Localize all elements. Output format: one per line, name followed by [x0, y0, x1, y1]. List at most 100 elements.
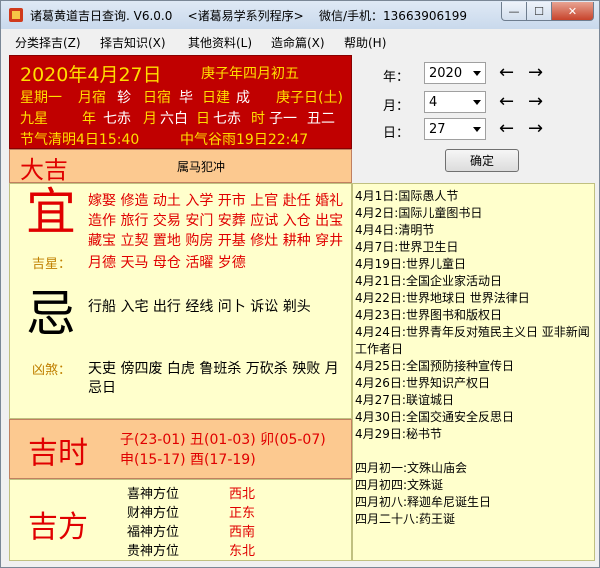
list-item: 四月初八:释迦牟尼诞生日 [355, 495, 492, 509]
year-value: 2020 [429, 66, 463, 81]
hour-star-label: 时 [251, 111, 265, 127]
list-item: 4月27日:联谊城日 [355, 393, 454, 407]
menu-fate-making[interactable]: 造命篇(X) [271, 34, 325, 51]
year-label: 年： [383, 70, 410, 85]
list-item: 四月初四:文殊诞 [355, 478, 444, 492]
day-officer: 成 [236, 90, 250, 106]
direction-value-noble: 东北 [229, 544, 256, 559]
list-item: 四月初一:文殊山庙会 [355, 461, 468, 475]
list-item: 4月2日:国际儿童图书日 [355, 206, 483, 220]
lunar-date: 庚子年四月初五 [201, 66, 299, 82]
hour-star-1: 子一 [269, 111, 297, 127]
avoid-items: 行船 入宅 出行 经线 问卜 诉讼 剃头 [88, 299, 311, 315]
month-next-button[interactable]: → [528, 91, 543, 112]
day-value: 27 [429, 122, 446, 137]
month-star-label: 月 [143, 111, 157, 127]
confirm-button[interactable]: 确定 [445, 149, 519, 172]
fortune-title: 大吉 [20, 156, 68, 184]
direction-label-noble: 贵神方位 [127, 544, 180, 559]
suitable-line-1: 嫁娶 修造 动土 入学 开市 上官 赴任 婚礼 [88, 193, 344, 209]
day-next-button[interactable]: → [528, 118, 543, 139]
day-mansion-label: 日宿 [143, 90, 171, 106]
lucky-hours-panel: 吉时 子(23-01) 丑(01-03) 卯(05-07) 申(15-17) 酉… [9, 419, 352, 479]
suitable-line-3: 藏宝 立契 置地 购房 开基 修灶 耕种 穿井 [88, 233, 344, 249]
month-mansion: 轸 [117, 90, 131, 106]
direction-label-wealth: 财神方位 [127, 506, 180, 521]
hour-star-2: 丑二 [307, 111, 335, 127]
good-stars: 月德 天马 母仓 活曜 岁德 [88, 255, 246, 271]
menu-knowledge[interactable]: 择吉知识(X) [100, 34, 166, 51]
conflict-text: 属马犯冲 [177, 160, 226, 174]
maximize-button[interactable]: ☐ [526, 2, 552, 21]
suitable-line-2: 造作 旅行 交易 安门 安葬 应试 入仓 出宝 [88, 213, 344, 229]
day-mansion: 毕 [179, 90, 193, 106]
bad-stars-line-2: 忌日 [88, 380, 116, 396]
direction-label-joy: 喜神方位 [127, 487, 180, 502]
menu-bar: 分类择吉(Z) 择吉知识(X) 其他资料(L) 造命篇(X) 帮助(H) [1, 30, 599, 52]
year-star-label: 年 [82, 111, 96, 127]
close-button[interactable]: ✕ [551, 2, 594, 21]
chevron-down-icon [473, 127, 481, 132]
lucky-directions-title: 吉方 [28, 510, 88, 545]
solar-term-1: 节气清明4日15:40 [20, 132, 140, 148]
list-item: 4月26日:世界知识产权日 [355, 376, 490, 390]
list-item: 四月二十八:药王诞 [355, 512, 456, 526]
bad-stars-label: 凶煞： [32, 363, 72, 378]
list-item: 4月21日:全国企业家活动日 [355, 274, 502, 288]
festival-list: 4月1日:国际愚人节 4月2日:国际儿童图书日 4月4日:清明节 4月7日:世界… [352, 183, 595, 561]
direction-value-joy: 西北 [229, 487, 256, 502]
menu-other-data[interactable]: 其他资料(L) [188, 34, 252, 51]
month-value: 4 [429, 95, 438, 110]
day-ganzhi: 庚子日(土) [276, 90, 343, 106]
list-item: 4月22日:世界地球日 世界法律日 [355, 291, 530, 305]
list-item: 4月23日:世界图书和版权日 [355, 308, 502, 322]
month-select[interactable]: 4 [424, 91, 486, 113]
app-window: 诸葛黄道吉日查询. V6.0.0 <诸葛易学系列程序> 微信/手机：136639… [0, 0, 600, 568]
nine-stars-label: 九星 [20, 111, 48, 127]
month-label: 月： [383, 99, 410, 114]
year-prev-button[interactable]: ← [499, 62, 514, 83]
solar-term-2: 中气谷雨19日22:47 [180, 132, 309, 148]
direction-label-fortune: 福神方位 [127, 525, 180, 540]
month-star: 六白 [160, 111, 188, 127]
direction-value-wealth: 正东 [229, 506, 256, 521]
chevron-down-icon [473, 71, 481, 76]
avoid-char: 忌 [26, 285, 76, 343]
day-officer-label: 日建 [202, 90, 230, 106]
list-item: 4月25日:全国预防接种宣传日 [355, 359, 514, 373]
window-title: 诸葛黄道吉日查询. V6.0.0 <诸葛易学系列程序> 微信/手机：136639… [30, 9, 468, 23]
day-label: 日： [383, 126, 410, 141]
month-prev-button[interactable]: ← [499, 91, 514, 112]
fortune-bar: 大吉 属马犯冲 [9, 149, 352, 184]
day-prev-button[interactable]: ← [499, 118, 514, 139]
solar-date: 2020年4月27日 [20, 64, 162, 86]
good-stars-label: 吉星： [32, 257, 72, 272]
suitable-char: 宜 [26, 183, 76, 241]
year-select[interactable]: 2020 [424, 62, 486, 84]
bad-stars-line-1: 天吏 傍四废 白虎 鲁班杀 万砍杀 殃败 月 [88, 361, 339, 377]
menu-help[interactable]: 帮助(H) [344, 34, 386, 51]
lucky-directions-panel: 吉方 喜神方位 西北 财神方位 正东 福神方位 西南 贵神方位 东北 [9, 479, 352, 561]
day-select[interactable]: 27 [424, 118, 486, 140]
direction-value-fortune: 西南 [229, 525, 256, 540]
list-item: 4月24日:世界青年反对殖民主义日 亚非新闻 [355, 325, 590, 339]
day-star: 七赤 [213, 111, 241, 127]
list-item: 4月4日:清明节 [355, 223, 435, 237]
list-item: 4月1日:国际愚人节 [355, 189, 459, 203]
app-icon [9, 8, 23, 22]
list-item: 4月29日:秘书节 [355, 427, 442, 441]
list-item: 工作者日 [355, 342, 404, 356]
list-item: 4月30日:全国交通安全反思日 [355, 410, 514, 424]
list-item: 4月19日:世界儿童日 [355, 257, 466, 271]
date-picker: 年： 2020 ← → 月： 4 ← → 日： 27 ← → 确定 [353, 55, 595, 179]
menu-category-select[interactable]: 分类择吉(Z) [15, 34, 81, 51]
lucky-hours-title: 吉时 [28, 436, 88, 471]
lucky-hours-line-1: 子(23-01) 丑(01-03) 卯(05-07) [120, 432, 326, 448]
chevron-down-icon [473, 100, 481, 105]
weekday: 星期一 [20, 90, 62, 106]
day-star-label: 日 [196, 111, 210, 127]
lucky-hours-line-2: 申(15-17) 酉(17-19) [120, 452, 256, 468]
title-bar: 诸葛黄道吉日查询. V6.0.0 <诸葛易学系列程序> 微信/手机：136639… [1, 1, 599, 29]
minimize-button[interactable]: — [501, 2, 527, 21]
year-next-button[interactable]: → [528, 62, 543, 83]
